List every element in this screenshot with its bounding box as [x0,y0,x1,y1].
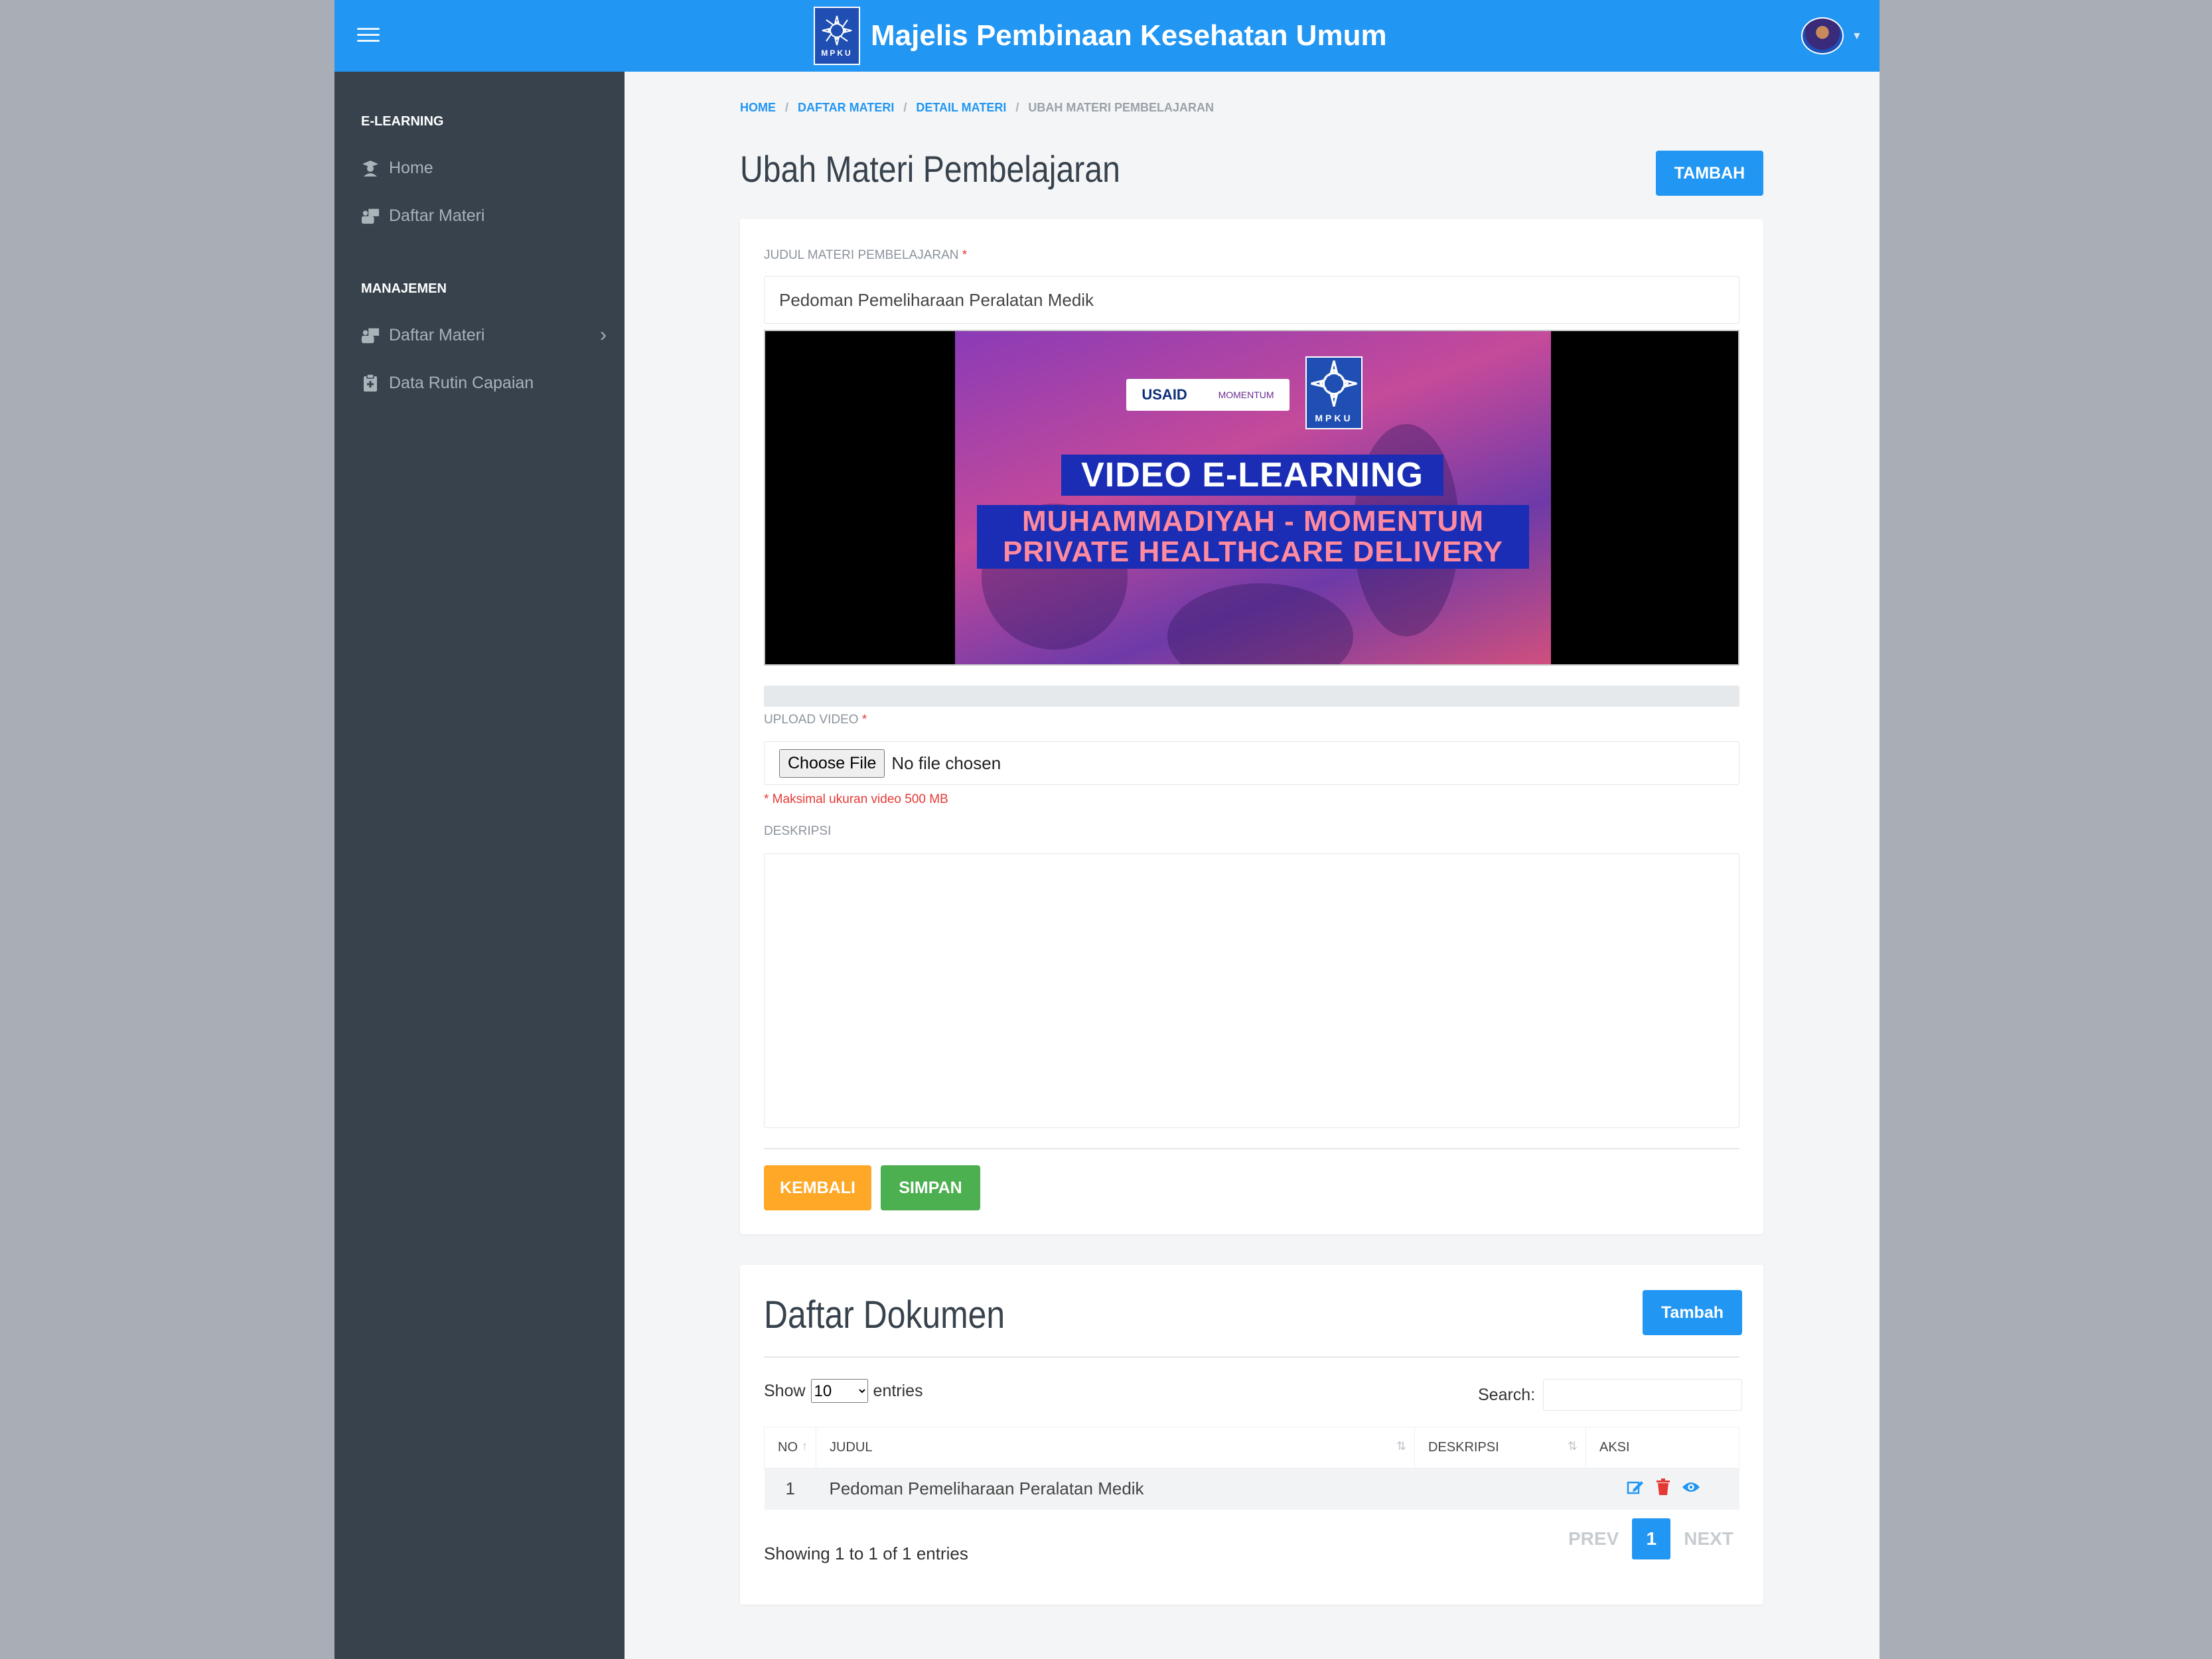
delete-icon[interactable] [1654,1478,1672,1496]
usaid-logo: USAID [1142,386,1187,403]
clipboard-medical-icon [361,374,380,392]
view-icon[interactable] [1682,1478,1700,1496]
entries-length: Show 10 entries [764,1379,923,1403]
choose-file-button[interactable]: Choose File [779,749,885,778]
sidebar-item-data-rutin-capaian[interactable]: Data Rutin Capaian [361,366,607,399]
entries-select[interactable]: 10 [810,1379,868,1403]
sort-icon: ⇅ [1567,1439,1578,1453]
description-label: DESKRIPSI [764,824,832,838]
mpku-video-logo-icon: MPKU [1305,356,1363,429]
sort-icon: ⇅ [1396,1439,1406,1453]
page-1-button[interactable]: 1 [1632,1518,1671,1559]
pagination: PREV 1 NEXT [1555,1518,1747,1559]
logo-text: MPKU [821,48,853,58]
chalkboard-teacher-icon [361,206,380,225]
breadcrumb: HOME / DAFTAR MATERI / DETAIL MATERI / U… [740,101,1214,115]
caret-down-icon[interactable]: ▼ [1852,31,1862,42]
cell-deskripsi [1414,1468,1586,1510]
breadcrumb-separator: / [903,101,907,114]
breadcrumb-separator: / [1015,101,1019,114]
cell-aksi [1585,1468,1739,1510]
divider [764,1356,1739,1358]
cell-no: 1 [764,1468,816,1510]
sidebar: E-LEARNING Home Daftar Materi MANAJEMEN … [334,72,625,1659]
mpku-logo-icon: MPKU [814,7,860,65]
back-button[interactable]: KEMBALI [764,1165,871,1210]
page-title: Ubah Materi Pembelajaran [740,148,1120,190]
sidebar-item-manajemen-daftar-materi[interactable]: Daftar Materi › [361,319,607,352]
chalkboard-teacher-icon [361,326,380,344]
sidebar-item-label: Home [389,158,433,177]
search-input[interactable] [1543,1379,1743,1411]
sidebar-item-home[interactable]: Home [361,151,607,184]
sidebar-heading-elearning: E-LEARNING [361,114,444,129]
video-thumbnail: USAID MOMENTUM MPKU VIDEO E-LEARNING MUH… [955,331,1551,664]
description-textarea[interactable] [764,853,1739,1128]
sidebar-heading-manajemen: MANAJEMEN [361,281,447,296]
sidebar-item-label: Daftar Materi [389,325,485,344]
breadcrumb-detail-materi[interactable]: DETAIL MATERI [916,101,1006,115]
table-row: 1 Pedoman Pemeliharaan Peralatan Medik [764,1468,1739,1510]
upload-size-hint: * Maksimal ukuran video 500 MB [764,792,948,806]
sidebar-item-label: Data Rutin Capaian [389,373,534,392]
column-header-aksi: AKSI [1585,1427,1739,1469]
user-graduate-icon [361,159,380,177]
title-input[interactable]: Pedoman Pemeliharaan Peralatan Medik [764,276,1739,324]
upload-video-label: UPLOAD VIDEO * [764,713,867,727]
column-header-deskripsi[interactable]: DESKRIPSI ⇅ [1414,1427,1586,1469]
breadcrumb-home[interactable]: HOME [740,101,776,115]
video-banner-title: VIDEO E-LEARNING [1061,455,1443,496]
sidebar-item-label: Daftar Materi [389,206,485,225]
chevron-right-icon[interactable]: › [600,324,607,346]
add-material-button[interactable]: TAMBAH [1656,151,1763,196]
edit-icon[interactable] [1626,1478,1645,1496]
brand[interactable]: MPKU Majelis Pembinaan Kesehatan Umum [814,7,1387,65]
divider [764,1148,1739,1149]
prev-page-button[interactable]: PREV [1555,1528,1632,1550]
sort-icon: ↑ [802,1439,808,1453]
column-header-no[interactable]: NO ↑ [764,1427,816,1469]
next-page-button[interactable]: NEXT [1670,1528,1747,1550]
video-banner-subtitle: MUHAMMADIYAH - MOMENTUM PRIVATE HEALTHCA… [977,505,1529,569]
cell-judul: Pedoman Pemeliharaan Peralatan Medik [816,1468,1415,1510]
title-field-label: JUDUL MATERI PEMBELAJARAN * [764,248,968,262]
breadcrumb-daftar-materi[interactable]: DAFTAR MATERI [798,101,894,115]
momentum-logo: MOMENTUM [1218,390,1274,400]
column-header-judul[interactable]: JUDUL ⇅ [816,1427,1415,1469]
partner-logos: USAID MOMENTUM [1126,379,1290,411]
save-button[interactable]: SIMPAN [881,1165,980,1210]
video-file-input[interactable]: Choose File No file chosen [764,741,1739,785]
add-document-button[interactable]: Tambah [1643,1290,1742,1335]
table-info: Showing 1 to 1 of 1 entries [764,1544,968,1563]
table-search: Search: [1478,1379,1743,1411]
video-player[interactable]: USAID MOMENTUM MPKU VIDEO E-LEARNING MUH… [764,330,1739,666]
documents-title: Daftar Dokumen [764,1293,1005,1336]
documents-card: Daftar Dokumen Tambah Show 10 entries Se… [740,1265,1763,1605]
menu-toggle-icon[interactable] [357,28,380,44]
user-avatar[interactable] [1801,17,1844,54]
top-navbar: MPKU Majelis Pembinaan Kesehatan Umum ▼ [334,0,1880,72]
app-title: Majelis Pembinaan Kesehatan Umum [871,19,1387,52]
edit-material-form: JUDUL MATERI PEMBELAJARAN * Pedoman Peme… [740,219,1763,1234]
documents-table: NO ↑ JUDUL ⇅ DESKRIPSI ⇅ AKSI 1 Pedoman Pem… [764,1427,1739,1510]
app-window: MPKU Majelis Pembinaan Kesehatan Umum ▼ … [334,0,1880,1659]
sidebar-item-daftar-materi[interactable]: Daftar Materi [361,199,607,232]
file-status: No file chosen [891,753,1001,773]
breadcrumb-separator: / [785,101,789,114]
upload-progress-bar [764,685,1739,707]
breadcrumb-current: UBAH MATERI PEMBELAJARAN [1028,101,1215,114]
